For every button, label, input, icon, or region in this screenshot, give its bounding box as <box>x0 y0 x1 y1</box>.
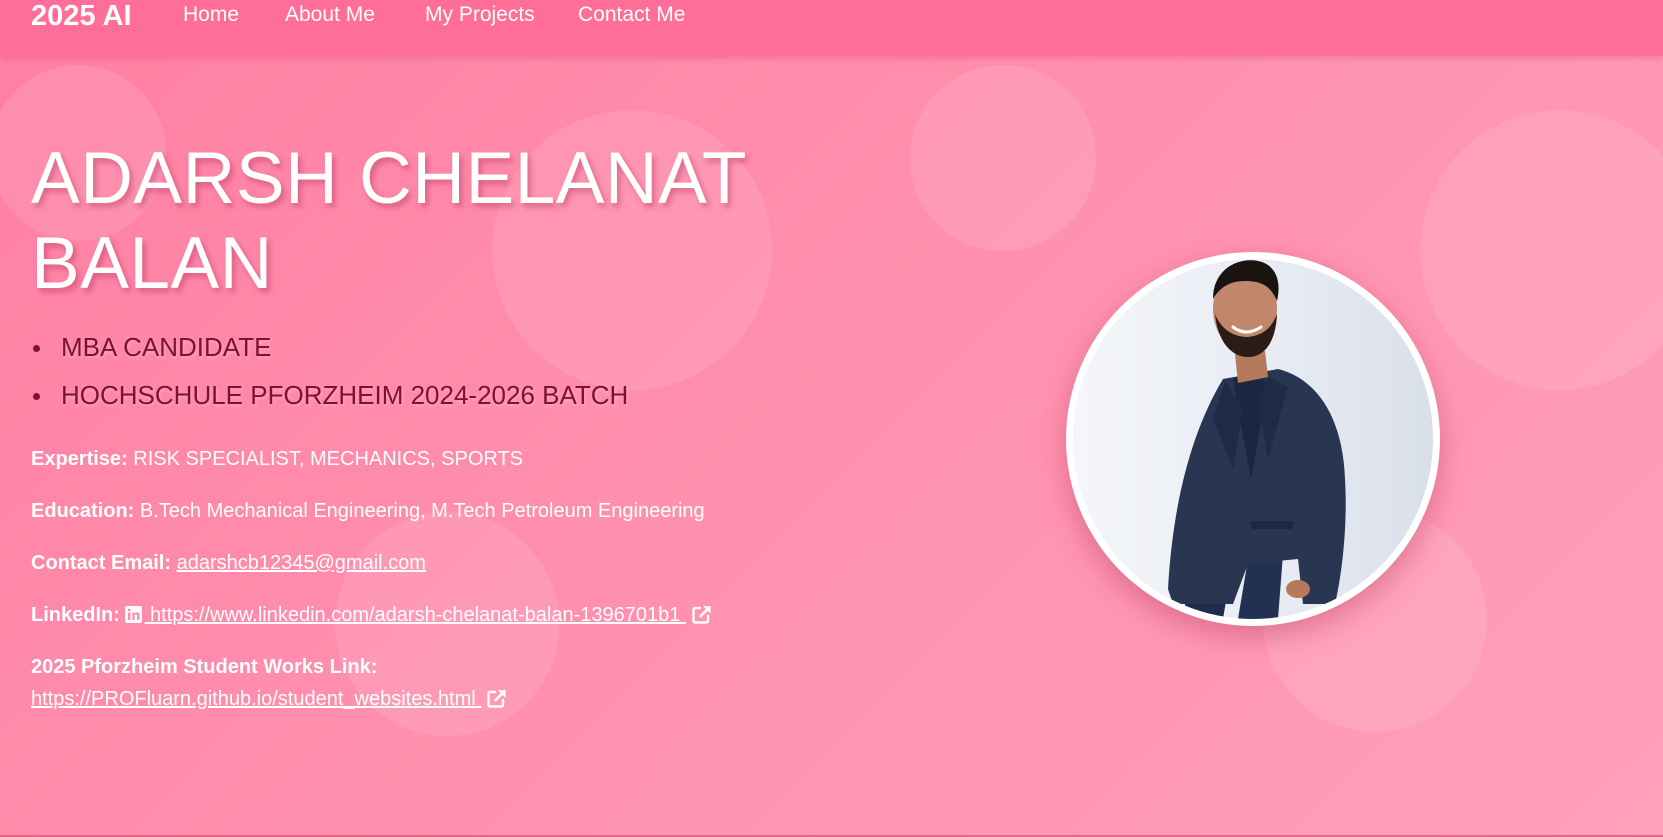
profile-photo-image <box>1073 259 1433 619</box>
person-illustration <box>1168 260 1346 619</box>
decorative-circle <box>910 65 1096 251</box>
navbar: 2025 AI Home About Me My Projects Contac… <box>0 0 1663 56</box>
linkedin-link[interactable]: https://www.linkedin.com/adarsh-chelanat… <box>144 604 685 626</box>
education-label: Education: <box>31 500 135 522</box>
profile-photo <box>1066 252 1440 626</box>
linkedin-line: LinkedIn: https://www.linkedin.com/adars… <box>31 602 712 631</box>
external-link-icon[interactable] <box>487 689 507 715</box>
nav-link-home[interactable]: Home <box>183 2 239 28</box>
education-value: B.Tech Mechanical Engineering, M.Tech Pe… <box>139 500 705 522</box>
brand-logo[interactable]: 2025 AI <box>31 0 132 32</box>
linkedin-label: LinkedIn: <box>31 604 120 626</box>
decorative-circle <box>1420 110 1663 390</box>
nav-link-about-me[interactable]: About Me <box>285 2 375 28</box>
bullet-icon <box>33 345 40 352</box>
email-label: Contact Email: <box>31 552 172 574</box>
student-works-link-line: https://PROFluarn.github.io/student_webs… <box>31 686 507 715</box>
expertise-line: Expertise: RISK SPECIALIST, MECHANICS, S… <box>31 446 523 472</box>
roles-list: MBA CANDIDATE HOCHSCHULE PFORZHEIM 2024-… <box>31 323 628 419</box>
student-works-link[interactable]: https://PROFluarn.github.io/student_webs… <box>31 688 481 710</box>
list-item: MBA CANDIDATE <box>31 323 628 371</box>
external-link-icon[interactable] <box>692 605 712 631</box>
expertise-value: RISK SPECIALIST, MECHANICS, SPORTS <box>133 448 524 470</box>
email-link[interactable]: adarshcb12345@gmail.com <box>177 552 426 574</box>
nav-link-my-projects[interactable]: My Projects <box>425 2 535 28</box>
title-line-2: BALAN <box>31 223 273 304</box>
nav-link-contact-me[interactable]: Contact Me <box>578 2 685 28</box>
linkedin-icon <box>125 604 143 630</box>
role-text: MBA CANDIDATE <box>61 332 272 362</box>
expertise-label: Expertise: <box>31 448 128 470</box>
student-works-label-line: 2025 Pforzheim Student Works Link: <box>31 654 377 680</box>
email-line: Contact Email: adarshcb12345@gmail.com <box>31 550 426 576</box>
title-line-1: ADARSH CHELANAT <box>31 138 748 219</box>
education-line: Education: B.Tech Mechanical Engineering… <box>31 498 705 524</box>
page-title: ADARSH CHELANAT BALAN <box>31 136 791 306</box>
student-works-label: 2025 Pforzheim Student Works Link: <box>31 656 378 678</box>
page: 2025 AI Home About Me My Projects Contac… <box>0 0 1663 837</box>
bullet-icon <box>33 393 40 400</box>
role-text: HOCHSCHULE PFORZHEIM 2024-2026 BATCH <box>61 380 629 410</box>
list-item: HOCHSCHULE PFORZHEIM 2024-2026 BATCH <box>31 371 628 419</box>
